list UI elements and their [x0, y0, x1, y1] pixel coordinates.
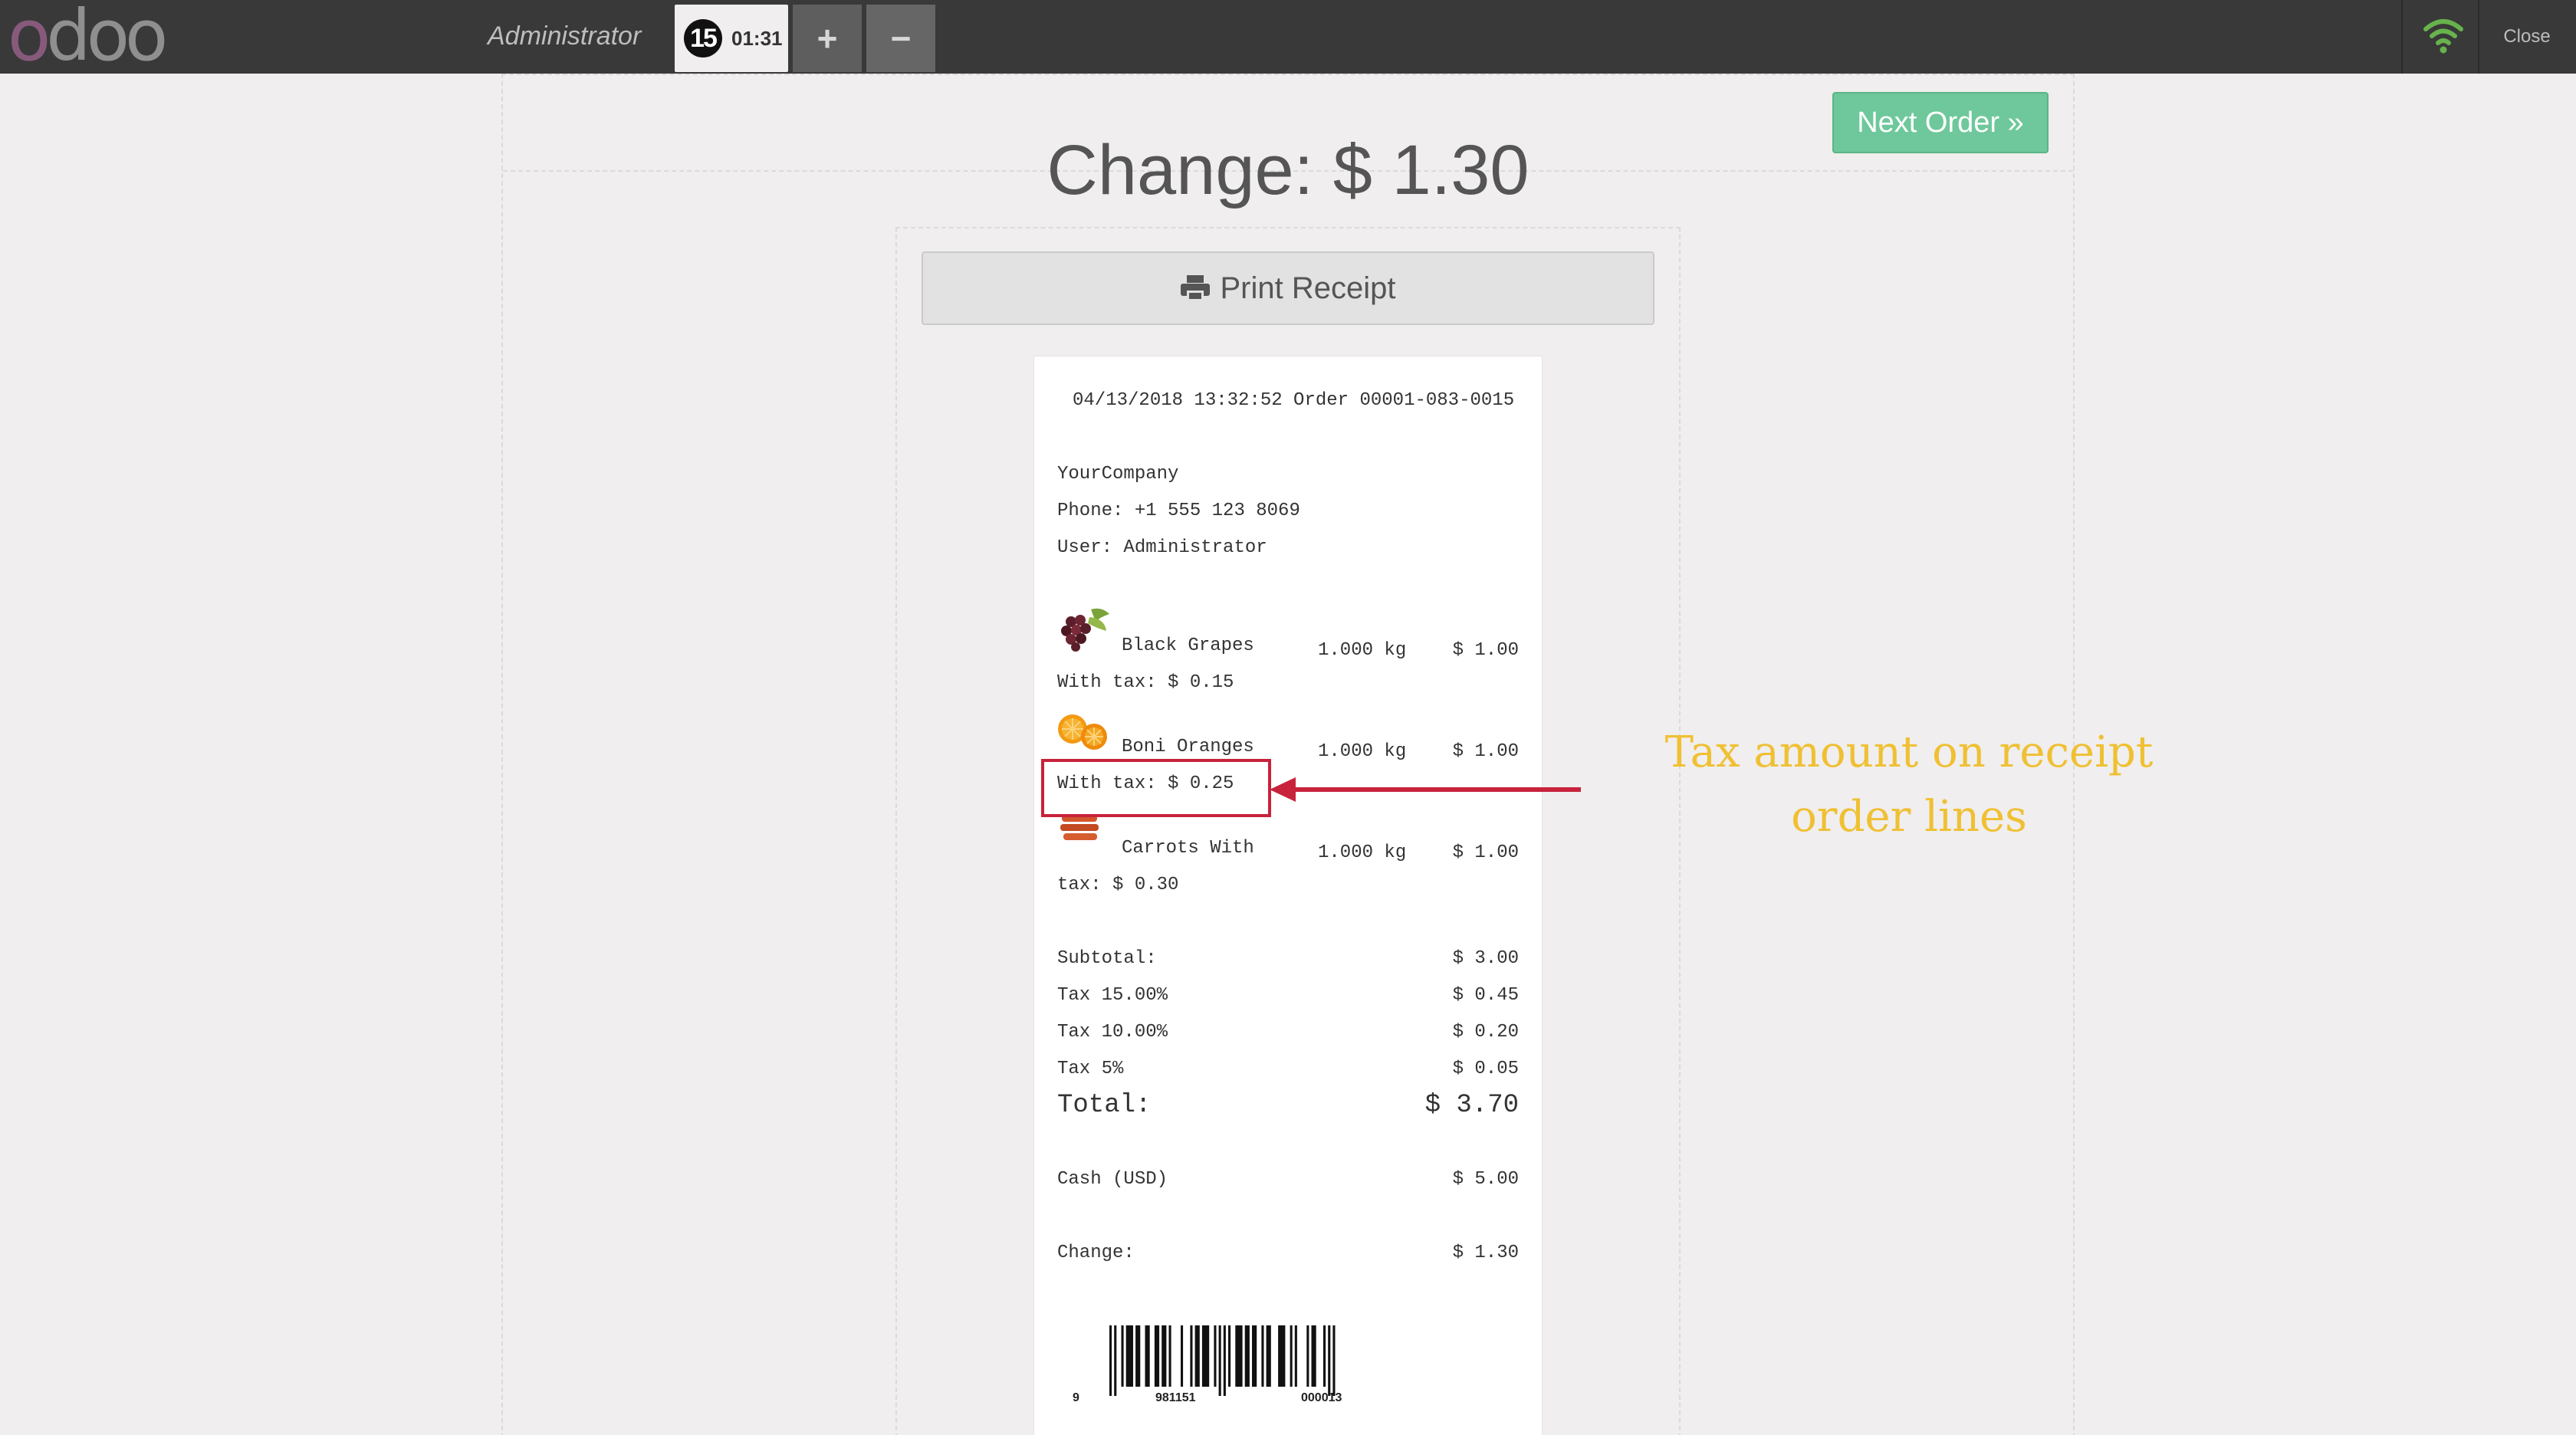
order-sequence-badge: 15	[684, 19, 722, 57]
barcode-bar	[1306, 1325, 1309, 1387]
barcode-bar	[1181, 1325, 1184, 1387]
line-quantity: 1.000 kg	[1318, 640, 1407, 661]
receipt-phone: Phone: +1 555 123 8069	[1057, 501, 1300, 521]
barcode-bar	[1294, 1325, 1297, 1387]
order-tab-active[interactable]: 15 01:31	[675, 5, 788, 72]
barcode-digit-group: 000013	[1301, 1391, 1342, 1404]
payment-label: Cash (USD)	[1057, 1169, 1168, 1190]
tax-value: $ 0.45	[1452, 985, 1519, 1006]
odoo-logo: odoo	[8, 0, 168, 77]
barcode-bar	[1323, 1325, 1326, 1387]
delete-order-button[interactable]: −	[866, 5, 935, 72]
annotation-line: order lines	[1791, 792, 2027, 842]
printer-icon	[1180, 275, 1210, 301]
total-label: Total:	[1057, 1091, 1152, 1120]
total-value: $ 3.70	[1424, 1091, 1519, 1120]
subtotal-value: $ 3.00	[1452, 948, 1519, 969]
barcode-bar	[1168, 1325, 1171, 1387]
line-price: $ 1.00	[1452, 640, 1519, 661]
barcode-bar	[1244, 1325, 1250, 1387]
barcode-digit-group: 981151	[1155, 1391, 1196, 1404]
receipt-company: YourCompany	[1057, 464, 1179, 484]
receipt-barcode	[1109, 1325, 1336, 1396]
barcode-bar	[1228, 1325, 1231, 1387]
barcode-bar	[1162, 1325, 1167, 1387]
barcode-bar	[1266, 1325, 1271, 1387]
barcode-bar	[1278, 1325, 1286, 1387]
subtotal-label: Subtotal:	[1057, 948, 1157, 969]
barcode-bar	[1235, 1325, 1243, 1387]
change-label: Change:	[1057, 1243, 1135, 1263]
barcode-digit-group: 9	[1073, 1391, 1079, 1404]
tax-value: $ 0.05	[1452, 1059, 1519, 1079]
change-value: $ 1.30	[1452, 1243, 1519, 1263]
annotation-arrow	[1270, 777, 1581, 802]
barcode-bar	[1109, 1325, 1112, 1396]
barcode-bar	[1145, 1325, 1150, 1387]
cashier-name[interactable]: Administrator	[488, 21, 641, 51]
line-tax: With tax: $ 0.15	[1057, 672, 1234, 693]
tax-label: Tax 10.00%	[1057, 1022, 1168, 1043]
barcode-bar	[1252, 1325, 1257, 1387]
next-order-button[interactable]: Next Order »	[1832, 92, 2049, 153]
tax-highlight-box	[1041, 759, 1271, 817]
line-product-name: Carrots With	[1122, 838, 1254, 859]
wifi-status-icon[interactable]	[2423, 17, 2464, 55]
line-tax: tax: $ 0.30	[1057, 875, 1179, 895]
barcode-bar	[1194, 1325, 1200, 1387]
barcode-bar	[1114, 1325, 1117, 1396]
barcode-bar	[1261, 1325, 1264, 1387]
line-product-name: Black Grapes	[1122, 635, 1254, 656]
topbar-divider	[2401, 0, 2403, 74]
receipt-user: User: Administrator	[1057, 537, 1267, 558]
grapes-image	[1061, 608, 1109, 652]
tax-label: Tax 5%	[1057, 1059, 1124, 1079]
line-product-name: Boni Oranges	[1122, 737, 1254, 757]
barcode-bar	[1214, 1325, 1217, 1387]
line-price: $ 1.00	[1452, 741, 1519, 762]
pos-topbar: odoo Administrator 15 01:31 + − Close	[0, 0, 2576, 74]
annotation-text: Tax amount on receipt order lines	[1625, 721, 2193, 849]
barcode-bar	[1154, 1325, 1160, 1387]
tax-value: $ 0.20	[1452, 1022, 1519, 1043]
annotation-line: Tax amount on receipt	[1664, 727, 2154, 777]
barcode-bar	[1121, 1325, 1124, 1387]
line-quantity: 1.000 kg	[1318, 842, 1407, 863]
line-quantity: 1.000 kg	[1318, 741, 1407, 762]
oranges-image	[1058, 714, 1107, 750]
print-receipt-button[interactable]: Print Receipt	[922, 251, 1654, 325]
barcode-bar	[1290, 1325, 1293, 1387]
barcode-bar	[1328, 1325, 1331, 1396]
line-price: $ 1.00	[1452, 842, 1519, 863]
barcode-bar	[1190, 1325, 1193, 1387]
close-pos-button[interactable]: Close	[2478, 0, 2576, 74]
print-receipt-label: Print Receipt	[1220, 271, 1396, 305]
new-order-button[interactable]: +	[793, 5, 862, 72]
barcode-bar	[1332, 1325, 1336, 1396]
barcode-bar	[1135, 1325, 1141, 1387]
barcode-bar	[1223, 1325, 1226, 1396]
tax-label: Tax 15.00%	[1057, 985, 1168, 1006]
receipt: 04/13/2018 13:32:52 Order 00001-083-0015…	[1033, 356, 1543, 1435]
order-time: 01:31	[731, 26, 783, 50]
barcode-bar	[1201, 1325, 1210, 1387]
payment-value: $ 5.00	[1452, 1169, 1519, 1190]
barcode-bar	[1125, 1325, 1133, 1387]
barcode-bar	[1311, 1325, 1316, 1387]
barcode-bar	[1218, 1325, 1221, 1396]
receipt-header: 04/13/2018 13:32:52 Order 00001-083-0015	[1073, 390, 1515, 411]
change-title: Change: $ 1.30	[1046, 131, 1530, 209]
